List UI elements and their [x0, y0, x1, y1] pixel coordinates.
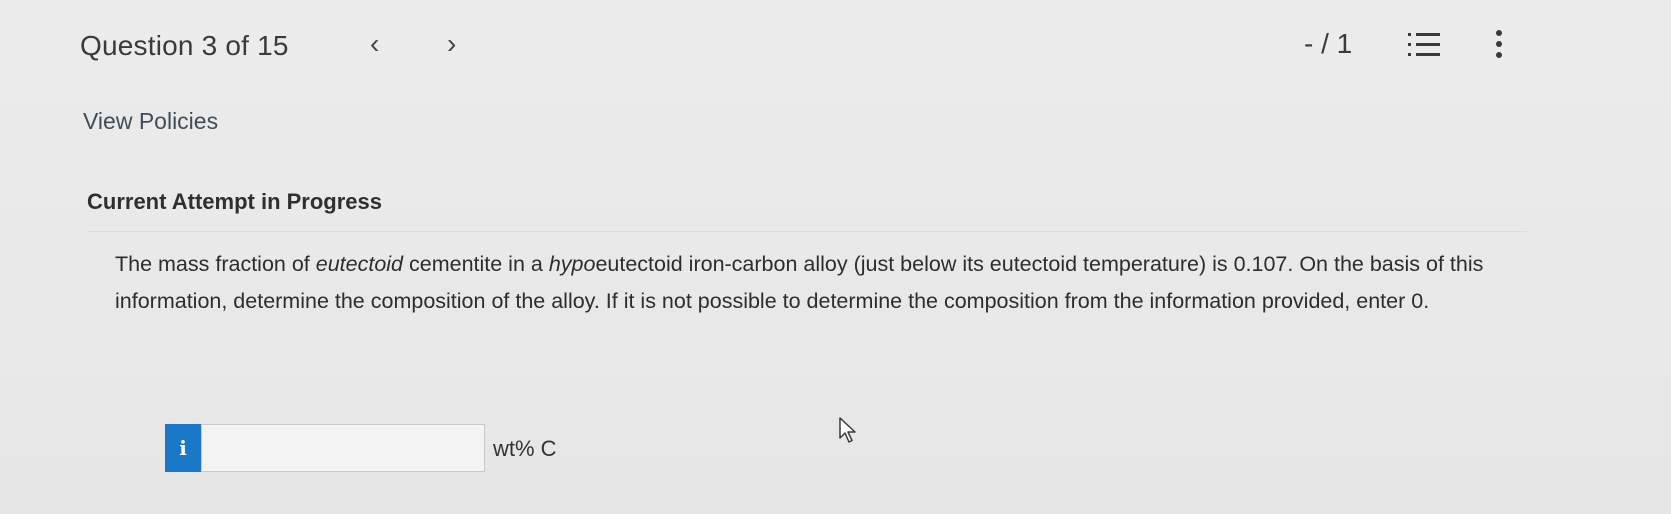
attempt-status-heading: Current Attempt in Progress [87, 189, 383, 214]
score-display: - / 1 [1304, 28, 1353, 59]
chevron-right-icon[interactable]: › [447, 30, 456, 58]
question-header: Question 3 of 15 ‹ › - / 1 [0, 0, 1671, 100]
mouse-pointer-icon [839, 417, 856, 443]
more-vertical-icon[interactable] [1492, 28, 1506, 62]
question-text-part: The mass fraction of [115, 252, 316, 276]
info-icon[interactable]: i [165, 424, 201, 472]
question-text: The mass fraction of eutectoid cementite… [115, 246, 1485, 320]
view-policies-link[interactable]: View Policies [83, 108, 218, 135]
question-emphasis-hypo: hypo [548, 252, 596, 276]
answer-input[interactable] [201, 424, 485, 472]
question-emphasis-eutectoid: eutectoid [315, 252, 404, 276]
question-text-part: cementite in a [403, 252, 549, 276]
unit-label: wt% C [493, 436, 557, 461]
numbered-list-icon[interactable] [1407, 30, 1441, 60]
question-counter: Question 3 of 15 [80, 30, 289, 61]
chevron-left-icon[interactable]: ‹ [370, 30, 379, 58]
section-divider [87, 231, 1527, 232]
